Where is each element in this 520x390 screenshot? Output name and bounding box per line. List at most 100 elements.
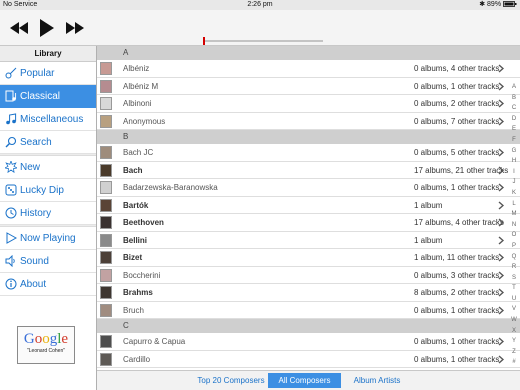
index-letter[interactable]: S xyxy=(508,273,520,284)
album-art-thumbnail xyxy=(100,286,112,299)
track-count: 1 album xyxy=(414,235,443,245)
index-letter[interactable]: E xyxy=(508,124,520,135)
composer-list[interactable]: A Albéniz 0 albums, 4 other tracks Albéniz … xyxy=(97,46,520,370)
rewind-button[interactable] xyxy=(8,17,30,39)
index-letter[interactable]: W xyxy=(508,315,520,326)
progress-knob[interactable] xyxy=(203,37,205,45)
index-letter[interactable]: I xyxy=(508,167,520,178)
index-letter[interactable]: N xyxy=(508,220,520,231)
sidebar-item-about[interactable]: About xyxy=(0,273,96,296)
sidebar-item-history[interactable]: History xyxy=(0,202,96,225)
player-controls xyxy=(0,10,520,46)
index-letter[interactable]: H xyxy=(508,156,520,167)
clock-label: 2:26 pm xyxy=(247,1,273,8)
sidebar-item-lucky-dip[interactable]: Lucky Dip xyxy=(0,179,96,202)
index-letter[interactable]: F xyxy=(508,135,520,146)
sidebar-item-popular[interactable]: Popular xyxy=(0,62,96,85)
composer-row[interactable]: Cardillo 0 albums, 1 other tracks xyxy=(97,350,520,368)
composer-row[interactable]: Anonymous 0 albums, 7 other tracks xyxy=(97,112,520,130)
composer-row[interactable]: Bellini 1 album xyxy=(97,231,520,249)
chevron-right-icon xyxy=(498,99,504,108)
composer-row[interactable]: Badarzewska-Baranowska 0 albums, 1 other … xyxy=(97,179,520,197)
chevron-right-icon xyxy=(498,354,504,364)
composer-row[interactable]: Bartók 1 album xyxy=(97,196,520,214)
composer-row[interactable]: Boccherini 0 albums, 3 other tracks xyxy=(97,266,520,284)
index-letter[interactable]: A xyxy=(508,82,520,93)
index-letter[interactable]: D xyxy=(508,114,520,125)
composer-row[interactable]: Capurro & Capua 0 albums, 1 other tracks xyxy=(97,333,520,351)
sidebar-item-classical[interactable]: Classical xyxy=(0,85,96,108)
composer-row[interactable]: Bizet 1 album, 11 other tracks xyxy=(97,249,520,267)
track-count: 0 albums, 1 other tracks xyxy=(414,305,500,315)
sidebar-item-label: Search xyxy=(20,136,52,148)
index-letter[interactable]: U xyxy=(508,294,520,305)
composer-name: Brahms xyxy=(123,288,153,297)
composer-row[interactable]: Beethoven 17 albums, 4 other tracks xyxy=(97,214,520,232)
album-art-thumbnail xyxy=(100,198,112,212)
google-search-button[interactable]: Google "Leonard Cohen" xyxy=(17,326,75,364)
composer-row[interactable]: Albéniz M 0 albums, 1 other tracks xyxy=(97,77,520,95)
index-letter[interactable]: M xyxy=(508,209,520,220)
index-letter[interactable]: O xyxy=(508,230,520,241)
track-count: 8 albums, 2 other tracks xyxy=(414,288,500,297)
index-letter[interactable]: C xyxy=(508,103,520,114)
tab-top-20-composers[interactable]: Top 20 Composers xyxy=(194,373,268,388)
fast-forward-button[interactable] xyxy=(64,17,86,39)
track-count: 0 albums, 4 other tracks xyxy=(414,64,500,73)
sidebar-item-miscellaneous[interactable]: Miscellaneous xyxy=(0,108,96,131)
index-letter[interactable]: # xyxy=(508,357,520,368)
index-letter[interactable]: P xyxy=(508,241,520,252)
album-art-thumbnail xyxy=(100,251,112,264)
sidebar-item-new[interactable]: New xyxy=(0,156,96,179)
play-icon xyxy=(40,19,54,37)
tab-all-composers[interactable]: All Composers xyxy=(268,373,341,388)
album-art-thumbnail xyxy=(100,114,112,128)
alphabet-index[interactable]: A B C D E F G H I J K L M N O P Q R S T U V W X Y Z # xyxy=(508,82,520,365)
index-letter[interactable]: V xyxy=(508,304,520,315)
sidebar-item-label: Sound xyxy=(20,255,49,267)
sidebar-title: Library xyxy=(0,46,96,62)
index-letter[interactable]: X xyxy=(508,326,520,337)
composer-name: Bach JC xyxy=(123,148,154,157)
starburst-icon xyxy=(4,161,17,174)
play-button[interactable] xyxy=(36,17,58,39)
index-letter[interactable]: B xyxy=(508,93,520,104)
google-logo: Google xyxy=(23,331,69,347)
index-letter[interactable]: K xyxy=(508,188,520,199)
album-art-thumbnail xyxy=(100,233,112,247)
index-letter[interactable]: T xyxy=(508,283,520,294)
chevron-right-icon xyxy=(498,337,504,346)
sidebar-item-sound[interactable]: Sound xyxy=(0,250,96,273)
composer-name: Capurro & Capua xyxy=(123,337,186,346)
index-letter[interactable]: L xyxy=(508,199,520,210)
composer-row[interactable]: Brahms 8 albums, 2 other tracks xyxy=(97,284,520,302)
index-letter[interactable]: Q xyxy=(508,252,520,263)
sidebar-item-search[interactable]: Search xyxy=(0,131,96,154)
album-art-thumbnail xyxy=(100,146,112,159)
composer-row[interactable]: Bach 17 albums, 21 other tracks xyxy=(97,161,520,179)
chevron-right-icon xyxy=(498,235,504,245)
composer-row[interactable]: Albinoni 0 albums, 2 other tracks xyxy=(97,95,520,113)
album-art-thumbnail xyxy=(100,79,112,93)
chevron-right-icon xyxy=(498,116,504,126)
composer-row[interactable]: Bruch 0 albums, 1 other tracks xyxy=(97,301,520,319)
index-letter[interactable]: J xyxy=(508,177,520,188)
tab-album-artists[interactable]: Album Artists xyxy=(347,373,407,388)
sidebar-item-now-playing[interactable]: Now Playing xyxy=(0,227,96,250)
track-count: 0 albums, 2 other tracks xyxy=(414,99,500,108)
index-letter[interactable]: G xyxy=(508,146,520,157)
composer-name: Bach xyxy=(123,165,143,175)
track-count: 0 albums, 5 other tracks xyxy=(414,148,500,157)
track-count: 0 albums, 7 other tracks xyxy=(414,116,500,126)
composer-name: Bellini xyxy=(123,235,148,245)
composer-row[interactable]: Albéniz 0 albums, 4 other tracks xyxy=(97,60,520,78)
index-letter[interactable]: Y xyxy=(508,336,520,347)
progress-track[interactable] xyxy=(203,37,323,45)
index-letter[interactable]: R xyxy=(508,262,520,273)
composer-row[interactable]: Bach JC 0 albums, 5 other tracks xyxy=(97,144,520,162)
composer-name: Badarzewska-Baranowska xyxy=(123,183,218,192)
chevron-right-icon xyxy=(498,270,504,280)
chevron-right-icon xyxy=(498,148,504,157)
notes-icon xyxy=(4,113,17,126)
index-letter[interactable]: Z xyxy=(508,347,520,358)
